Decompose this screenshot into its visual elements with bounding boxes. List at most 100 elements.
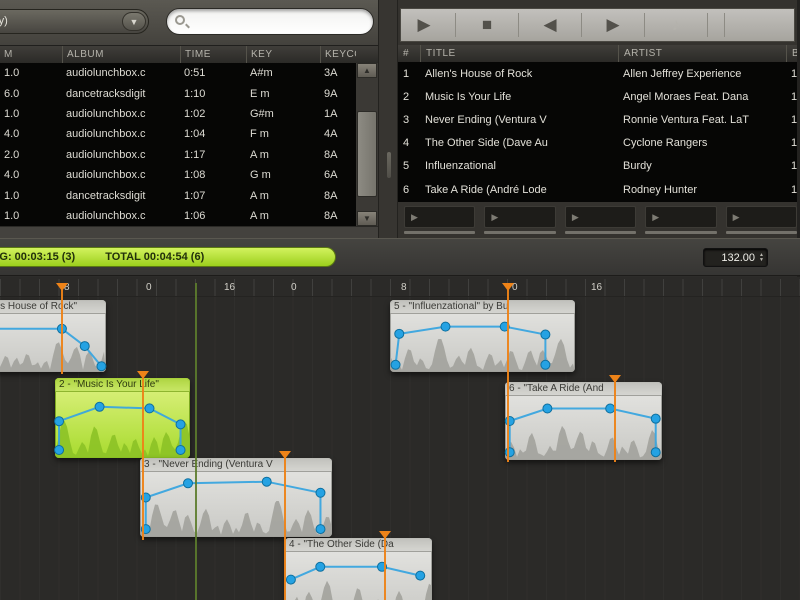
table-cell: 1:06 [184,209,206,222]
track-block-body: 1 - "Allen's House of Rock" [0,300,106,372]
preview-slot[interactable]: ▶ [645,206,717,236]
playlist-cell: Take A Ride (André Lode [425,183,547,196]
ruler-tick-label: 0 [512,282,518,293]
table-row[interactable]: 2.0 audiolunchbox.c 1:17 A m 8A [0,145,356,165]
playlist-row[interactable]: 4 The Other Side (Dave Au Cyclone Rangers 1 [398,132,797,155]
preview-slot[interactable]: ▶ [404,206,476,236]
playlist-row[interactable]: 1 Allen's House of Rock Allen Jeffrey Expe… [398,62,797,85]
record-icon[interactable]: ♪ [653,15,699,35]
play-icon[interactable]: ▶ [404,206,476,228]
table-cell: 3A [324,67,338,80]
chevron-down-icon[interactable]: ▼ [122,12,146,31]
play-icon[interactable]: ▶ [645,206,717,228]
table-row[interactable]: 4.0 audiolunchbox.c 1:08 G m 6A [0,165,356,185]
table-cell: 1.0 [4,107,20,120]
track-block-body: 4 - "The Other Side (Da [285,538,432,600]
table-cell: G m [250,169,271,182]
track-block-title: 4 - "The Other Side (Da [285,538,432,552]
waveform [140,501,332,537]
playlist-cell: 1 [791,90,797,103]
slot-underline [404,231,476,234]
scroll-down-icon[interactable]: ▼ [357,211,377,226]
scroll-up-icon[interactable]: ▲ [357,63,377,78]
track-block-body: 2 - "Music Is Your Life" [55,378,190,458]
search-input[interactable] [193,11,365,32]
table-cell: dancetracksdigit [66,87,146,100]
ruler-tick-label: 16 [224,282,236,293]
table-cell: F m [250,128,269,141]
playlist-cell: 1 [791,137,797,150]
table-cell: 1.0 [4,209,20,222]
library-panel: MALBUMTIMEKEYKEYCODE 1.0 audiolunchbox.c 0… [0,46,378,238]
timeline-ruler[interactable]: 8 0 16 0 8 0 16 [0,279,800,297]
playlist-column-header[interactable]: ARTIST [618,45,786,62]
playlist-cell: Allen Jeffrey Experience [623,67,742,80]
table-cell: 0:51 [184,67,206,80]
track-block-5[interactable]: 5 - "Influenzational" by Bu [390,300,575,372]
table-row[interactable]: 1.0 audiolunchbox.c 0:51 A#m 3A [0,63,356,83]
next-icon[interactable]: ▶ [590,15,636,35]
playlist-row[interactable]: 6 Take A Ride (André Lode Rodney Hunter 1 [398,178,797,201]
table-cell: audiolunchbox.c [66,67,146,80]
playlist-table: 1 Allen's House of Rock Allen Jeffrey Expe… [398,62,797,202]
track-block-6[interactable]: 6 - "Take A Ride (And [504,382,662,460]
table-row[interactable]: 1.0 dancetracksdigit 1:07 A m 8A [0,185,356,205]
table-row[interactable]: 4.0 audiolunchbox.c 1:04 F m 4A [0,124,356,144]
toolbar-separator [581,13,582,37]
track-block-title: 2 - "Music Is Your Life" [55,378,190,392]
library-column-header[interactable]: TIME [180,46,246,63]
table-cell: 6.0 [4,87,20,100]
bpm-display[interactable]: 132.00 ▲ ▼ [703,248,768,267]
play-icon[interactable]: ▶ [484,206,556,228]
table-cell: 6A [324,169,338,182]
track-block-body: 3 - "Never Ending (Ventura V [140,458,332,537]
table-cell: E m [250,87,270,100]
playlist-row[interactable]: 2 Music Is Your Life Angel Moraes Feat. Da… [398,85,797,108]
table-cell: 4.0 [4,169,20,182]
track-block-1[interactable]: 1 - "Allen's House of Rock" [0,300,107,372]
preview-slot[interactable]: ▶ [484,206,556,236]
transport-toolbar: ▶ ■ ◀ ▶ ♪ [400,8,795,42]
table-cell: dancetracksdigit [66,189,146,202]
playlist-header-row: #TITLEARTISTB [398,45,797,62]
track-block-2[interactable]: 2 - "Music Is Your Life" [54,378,190,458]
preview-slot[interactable]: ▶ [564,206,637,236]
library-scrollbar[interactable]: ▲ ▼ [356,63,378,226]
toolbar-separator [455,13,456,37]
playlist-row[interactable]: 3 Never Ending (Ventura V Ronnie Ventura F… [398,108,797,131]
track-block-4[interactable]: 4 - "The Other Side (Da [285,538,432,600]
waveform [295,581,432,600]
table-row[interactable]: 1.0 audiolunchbox.c 1:02 G#m 1A [0,104,356,124]
play-icon[interactable]: ▶ [564,206,637,228]
play-icon[interactable]: ▶ [725,206,798,228]
table-cell: 1:07 [184,189,206,202]
stop-icon[interactable]: ■ [464,15,510,35]
library-filter-value: (Entire Library) [0,15,8,27]
waveform [505,425,662,460]
playlist-cell: 1 [791,183,797,196]
time-summary-pill: REMAINING: 00:03:15 (3) TOTAL 00:04:54 (… [0,247,336,267]
scrollbar-thumb[interactable] [357,111,377,197]
search-icon [175,15,185,25]
table-row[interactable]: 1.0 audiolunchbox.c 1:06 A m 8A [0,206,356,226]
slot-underline [484,231,556,234]
playlist-column-header[interactable]: B [786,45,797,62]
playlist-row[interactable]: 5 Influenzational Burdy 1 [398,155,797,178]
track-block-3[interactable]: 3 - "Never Ending (Ventura V [140,458,332,537]
table-cell: A m [250,209,269,222]
table-row[interactable]: 6.0 dancetracksdigit 1:10 E m 9A [0,83,356,103]
table-cell: 1.0 [4,189,20,202]
playlist-column-header[interactable]: # [398,45,420,62]
bpm-spinner[interactable]: ▲ ▼ [759,252,764,263]
search-box [166,8,374,35]
track-block-title: 6 - "Take A Ride (And [505,382,662,396]
preview-slot[interactable]: ▶ [725,206,798,236]
playlist-column-header[interactable]: TITLE [420,45,618,62]
library-column-header[interactable]: M [0,46,62,63]
library-column-header[interactable]: KEYCODE [320,46,356,63]
panel-splitter[interactable] [378,0,398,238]
previous-icon[interactable]: ◀ [527,15,573,35]
library-column-header[interactable]: KEY [246,46,320,63]
play-icon[interactable]: ▶ [401,15,447,35]
library-column-header[interactable]: ALBUM [62,46,180,63]
